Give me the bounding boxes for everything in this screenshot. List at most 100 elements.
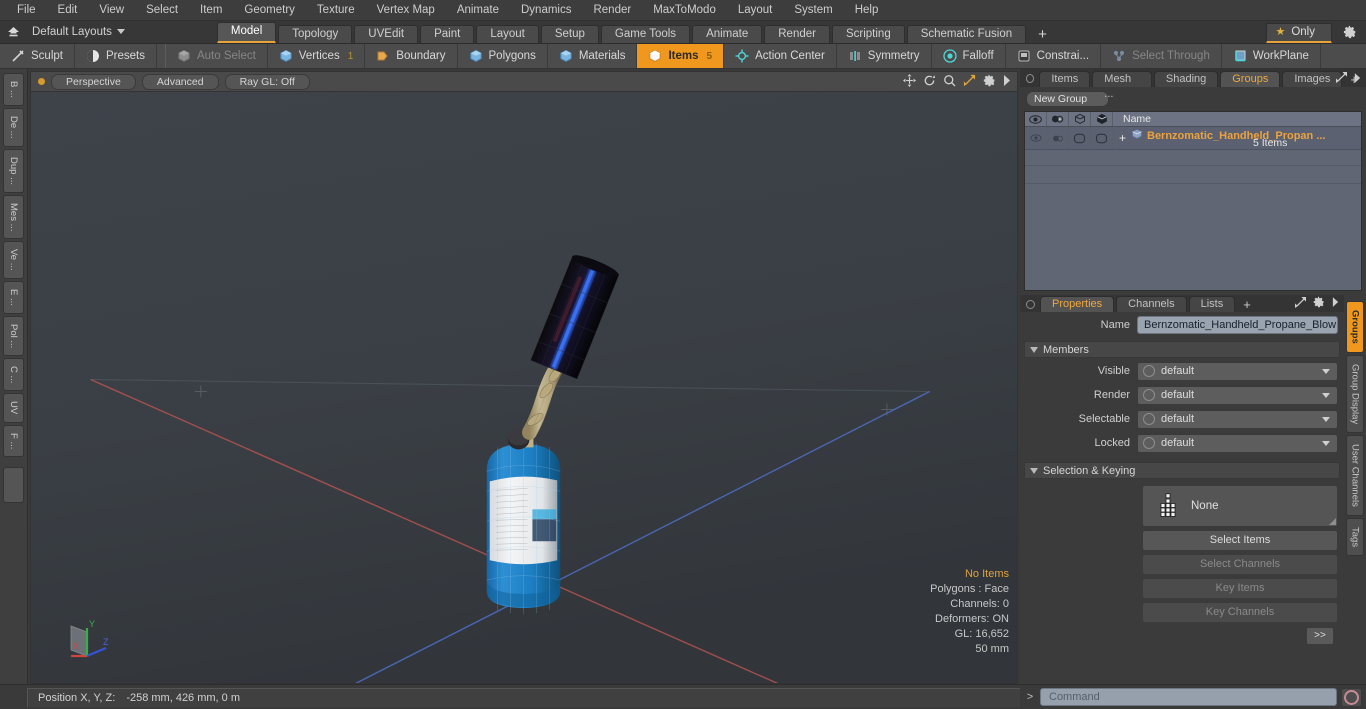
mode-falloff[interactable]: Falloff <box>932 44 1006 68</box>
mode-constraint[interactable]: Constrai... <box>1006 44 1102 68</box>
members-section-header[interactable]: Members <box>1024 341 1340 358</box>
layout-tab-uvedit[interactable]: UVEdit <box>354 25 419 43</box>
group-list[interactable]: Name + Bernzomatic_Handheld_Propan ... 5… <box>1024 111 1362 291</box>
layout-tab-model[interactable]: Model <box>216 22 277 43</box>
table-row[interactable]: + Bernzomatic_Handheld_Propan ... 5 Item… <box>1025 127 1361 150</box>
add-layout-tab-button[interactable]: + <box>1028 26 1057 43</box>
mode-boundary[interactable]: Boundary <box>365 44 458 68</box>
properties-chevron-right-icon[interactable] <box>1332 297 1339 310</box>
layout-tab-layout[interactable]: Layout <box>476 25 539 43</box>
chevron-right-icon[interactable] <box>1003 74 1011 89</box>
properties-tab-properties[interactable]: Properties <box>1040 296 1115 312</box>
properties-menu-dot-icon[interactable] <box>1026 300 1035 309</box>
panel-tab-images[interactable]: Images <box>1282 71 1343 87</box>
vtab-tags[interactable]: Tags <box>1346 517 1364 556</box>
layout-tab-render[interactable]: Render <box>764 25 830 43</box>
fit-icon[interactable] <box>963 74 976 90</box>
layout-tab-paint[interactable]: Paint <box>420 25 475 43</box>
tool-tab-polygon[interactable]: Pol ... <box>3 315 24 356</box>
panel-tab-groups[interactable]: Groups <box>1220 71 1281 87</box>
menu-item-texture[interactable]: Texture <box>306 0 366 20</box>
pan-icon[interactable] <box>903 73 916 90</box>
axis-gizmo[interactable]: X Y Z <box>57 612 113 667</box>
menu-item-maxtomodo[interactable]: MaxToModo <box>642 0 727 20</box>
mode-materials[interactable]: Materials <box>548 44 638 68</box>
layout-tab-game-tools[interactable]: Game Tools <box>600 25 691 43</box>
name-input[interactable]: Bernzomatic_Handheld_Propane_Blow <box>1137 316 1338 334</box>
mode-workplane[interactable]: WorkPlane <box>1222 44 1321 68</box>
forward-button[interactable]: >> <box>1306 627 1334 645</box>
viewport-shading-selector[interactable]: Advanced <box>141 73 219 90</box>
properties-tab-lists[interactable]: Lists <box>1188 296 1236 312</box>
zoom-icon[interactable] <box>943 74 956 90</box>
layout-tab-scripting[interactable]: Scripting <box>831 25 905 43</box>
menu-item-animate[interactable]: Animate <box>446 0 510 20</box>
tool-tab-extra[interactable] <box>3 466 24 503</box>
viewport-settings-icon[interactable] <box>983 74 996 90</box>
key-channels-button[interactable]: Key Channels <box>1142 602 1338 623</box>
mode-presets[interactable]: Presets <box>75 44 157 68</box>
menu-item-edit[interactable]: Edit <box>47 0 89 20</box>
right-panel-menu-dot-icon[interactable] <box>1026 74 1035 83</box>
mode-select-through[interactable]: Select Through <box>1101 44 1222 68</box>
panel-tab-shading[interactable]: Shading <box>1153 71 1219 87</box>
menu-item-help[interactable]: Help <box>844 0 890 20</box>
row-eye-toggle[interactable] <box>1025 127 1047 149</box>
viewport-3d[interactable]: No Items Polygons : Face Channels: 0 Def… <box>30 91 1018 684</box>
menu-item-select[interactable]: Select <box>135 0 189 20</box>
group-list-empty-area[interactable] <box>1025 150 1361 290</box>
menu-item-system[interactable]: System <box>783 0 843 20</box>
selectable-dropdown[interactable]: default <box>1137 409 1338 429</box>
menu-item-vertex-map[interactable]: Vertex Map <box>366 0 446 20</box>
visible-dropdown[interactable]: default <box>1137 361 1338 381</box>
properties-expand-icon[interactable] <box>1295 296 1306 311</box>
rotate-icon[interactable] <box>923 74 936 90</box>
row-expander[interactable]: + <box>1119 131 1126 145</box>
tool-tab-vertex[interactable]: Ve ... <box>3 241 24 279</box>
row-lock-toggle[interactable] <box>1091 127 1113 149</box>
layout-tab-setup[interactable]: Setup <box>540 25 599 43</box>
selection-set-picker[interactable]: None <box>1142 485 1338 527</box>
tool-tab-mesh-edit[interactable]: Mes ... <box>3 194 24 240</box>
tool-tab-duplicate[interactable]: Dup ... <box>3 148 24 193</box>
locked-dropdown[interactable]: default <box>1137 433 1338 453</box>
properties-tab-channels[interactable]: Channels <box>1116 296 1187 312</box>
panel-chevron-right-icon[interactable] <box>1354 72 1361 86</box>
vtab-user-channels[interactable]: User Channels <box>1346 434 1364 516</box>
row-select-toggle[interactable] <box>1069 127 1091 149</box>
tool-tab-basic[interactable]: B ... <box>3 73 24 106</box>
render-dropdown[interactable]: default <box>1137 385 1338 405</box>
viewport-raygl-toggle[interactable]: Ray GL: Off <box>224 73 310 90</box>
tool-tab-deform[interactable]: De ... <box>3 107 24 147</box>
expand-panel-icon[interactable] <box>1336 72 1347 86</box>
new-group-button[interactable]: New Group <box>1026 91 1109 107</box>
layout-tab-topology[interactable]: Topology <box>278 25 353 43</box>
record-icon[interactable] <box>1341 687 1362 707</box>
menu-item-view[interactable]: View <box>88 0 135 20</box>
tool-tab-curve[interactable]: C ... <box>3 357 24 392</box>
menu-item-geometry[interactable]: Geometry <box>233 0 306 20</box>
home-icon[interactable] <box>0 21 26 43</box>
select-items-button[interactable]: Select Items <box>1142 530 1338 551</box>
only-toggle-button[interactable]: ★ Only <box>1266 23 1332 43</box>
mode-action-center[interactable]: Action Center <box>724 44 837 68</box>
mode-auto-select[interactable]: Auto Select <box>164 44 268 68</box>
command-input[interactable]: Command <box>1040 688 1337 706</box>
layout-tab-animate[interactable]: Animate <box>692 25 763 43</box>
viewport-menu-dot-icon[interactable] <box>38 78 45 85</box>
key-items-button[interactable]: Key Items <box>1142 578 1338 599</box>
menu-item-render[interactable]: Render <box>582 0 642 20</box>
menu-item-item[interactable]: Item <box>189 0 233 20</box>
tool-tab-falloff[interactable]: F ... <box>3 424 24 457</box>
add-properties-tab-button[interactable]: + <box>1237 297 1257 312</box>
vtab-group-display[interactable]: Group Display <box>1346 354 1364 433</box>
tool-tab-uv[interactable]: UV <box>3 393 24 423</box>
mode-polygons[interactable]: Polygons <box>458 44 548 68</box>
tool-tab-edge[interactable]: E ... <box>3 280 24 314</box>
layout-selector[interactable]: Default Layouts <box>26 26 125 38</box>
menu-item-layout[interactable]: Layout <box>727 0 784 20</box>
select-channels-button[interactable]: Select Channels <box>1142 554 1338 575</box>
viewport-projection-selector[interactable]: Perspective <box>51 73 136 90</box>
menu-item-dynamics[interactable]: Dynamics <box>510 0 582 20</box>
selection-keying-section-header[interactable]: Selection & Keying <box>1024 462 1340 479</box>
